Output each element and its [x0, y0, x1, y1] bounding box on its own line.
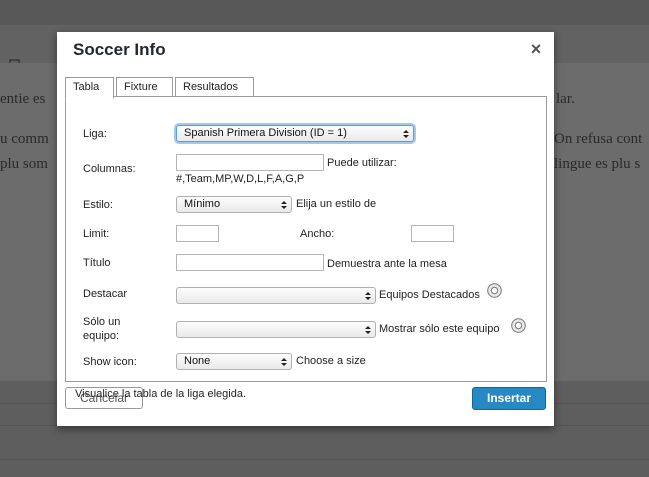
show-icon-hint: Choose a size [296, 355, 366, 367]
destacar-hint: Equipos Destacados [379, 289, 480, 301]
columnas-options: #,Team,MP,W,D,L,F,A,G,P [176, 173, 305, 185]
bg-text-line: entie es [0, 91, 46, 107]
liga-select-value: Spanish Primera Division (ID = 1) [184, 127, 347, 139]
solo-equipo-label-2: equipo: [83, 330, 120, 342]
columnas-input[interactable] [176, 154, 324, 171]
ancho-label: Ancho: [300, 228, 335, 240]
bg-text-line: On refusa cont [554, 131, 643, 147]
titulo-hint: Demuestra ante la mesa [327, 258, 447, 270]
dialog-title: Soccer Info [73, 40, 166, 59]
destacar-select[interactable] [176, 287, 376, 304]
ancho-input[interactable] [411, 225, 454, 242]
radio-button-icon[interactable] [487, 283, 502, 298]
estilo-select[interactable]: Mínimo [176, 196, 292, 213]
chevron-updown-icon [281, 358, 287, 366]
show-icon-select-value: None [184, 355, 211, 367]
close-icon[interactable]: × [528, 40, 544, 58]
footer-note: Visualice la tabla de la liga elegida. [75, 388, 247, 400]
chevron-updown-icon [281, 201, 287, 209]
editor-top-bar [0, 0, 649, 26]
soccer-info-dialog: Soccer Info × Tabla Fixture Resultados L… [57, 32, 554, 426]
liga-label: Liga: [83, 128, 107, 140]
radio-button-icon[interactable] [511, 318, 526, 333]
bg-text-line: lar. [556, 91, 575, 107]
solo-equipo-select[interactable] [176, 321, 376, 338]
liga-select[interactable]: Spanish Primera Division (ID = 1) [176, 125, 414, 142]
bg-text-line: plu som [0, 156, 48, 172]
estilo-hint: Elija un estilo de [296, 198, 377, 210]
titulo-label: Título [83, 257, 111, 269]
tab-tabla[interactable]: Tabla [65, 77, 114, 99]
tabla-panel: Liga: Spanish Primera Division (ID = 1) … [65, 96, 547, 382]
chevron-updown-icon [365, 292, 371, 300]
bg-text-line: lingue es plu s [554, 156, 641, 172]
titulo-input[interactable] [176, 254, 324, 271]
limit-label: Limit: [83, 228, 110, 240]
solo-equipo-label: Sólo un [83, 316, 121, 328]
tab-resultados[interactable]: Resultados [175, 77, 254, 97]
show-icon-select[interactable]: None [176, 353, 292, 370]
show-icon-label: Show icon: [83, 356, 137, 368]
tab-fixture[interactable]: Fixture [116, 77, 173, 97]
limit-input[interactable] [176, 225, 219, 242]
estilo-label: Estilo: [83, 199, 113, 211]
bg-text-line: u comm [0, 131, 49, 147]
chevron-updown-icon [403, 130, 409, 138]
columnas-hint: Puede utilizar: [327, 157, 397, 169]
solo-equipo-hint: Mostrar sólo este equipo [379, 323, 500, 335]
destacar-label: Destacar [83, 288, 128, 300]
insert-button[interactable]: Insertar [472, 387, 546, 410]
estilo-select-value: Mínimo [184, 198, 221, 210]
chevron-updown-icon [365, 326, 371, 334]
columnas-label: Columnas: [83, 163, 136, 175]
